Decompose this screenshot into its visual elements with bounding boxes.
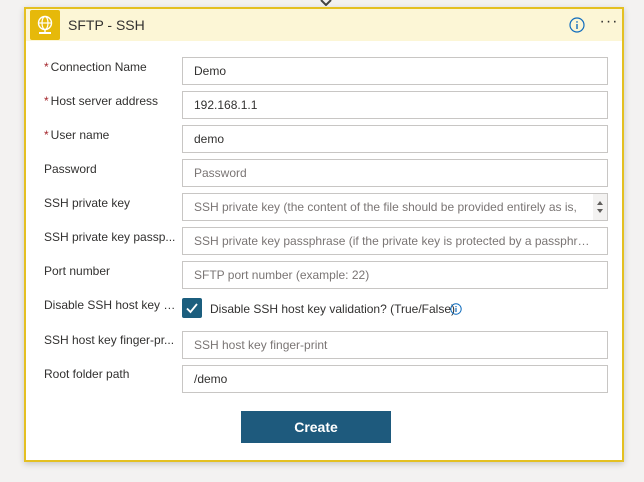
textarea-scrollbar[interactable] (593, 194, 607, 220)
ssh-key-passphrase-field[interactable]: SSH private key passphrase (if the priva… (182, 227, 608, 255)
user-name-label: * User name (44, 128, 176, 142)
ssh-private-key-placeholder: SSH private key (the content of the file… (194, 200, 577, 214)
card-header: SFTP - SSH ··· (26, 9, 622, 41)
host-server-label-text: Host server address (50, 94, 159, 108)
ssh-key-passphrase-label: SSH private key passp... (44, 230, 176, 244)
required-mark: * (44, 60, 49, 74)
host-key-fingerprint-label: SSH host key finger-pr... (44, 333, 175, 347)
info-icon[interactable] (569, 17, 585, 33)
port-number-label: Port number (44, 264, 111, 278)
connection-name-field[interactable]: Demo (182, 57, 608, 85)
checkmark-icon (186, 303, 198, 314)
host-server-field[interactable]: 192.168.1.1 (182, 91, 608, 119)
scroll-down-icon[interactable] (597, 209, 603, 213)
password-field[interactable]: Password (182, 159, 608, 187)
host-key-fingerprint-field[interactable]: SSH host key finger-print (182, 331, 608, 359)
user-name-label-text: User name (50, 128, 110, 142)
ssh-private-key-field[interactable]: SSH private key (the content of the file… (182, 193, 608, 221)
connection-name-label: * Connection Name (44, 60, 176, 74)
root-folder-field[interactable]: /demo (182, 365, 608, 393)
scroll-up-icon[interactable] (597, 201, 603, 205)
host-server-label: * Host server address (44, 94, 176, 108)
ssh-private-key-label: SSH private key (44, 196, 131, 210)
more-options-icon[interactable]: ··· (598, 14, 620, 33)
required-mark: * (44, 94, 49, 108)
connection-card: SFTP - SSH ··· * Connection Name Demo * Ho… (24, 7, 624, 462)
page-title: SFTP - SSH (68, 17, 145, 33)
port-number-field[interactable]: SFTP port number (example: 22) (182, 261, 608, 289)
user-name-field[interactable]: demo (182, 125, 608, 153)
password-label: Password (44, 162, 97, 176)
globe-network-icon (30, 10, 60, 40)
create-button[interactable]: Create (241, 411, 391, 443)
root-folder-label: Root folder path (44, 367, 130, 381)
disable-host-key-checkbox-label[interactable]: Disable SSH host key validation? (True/F… (210, 302, 455, 316)
required-mark: * (44, 128, 49, 142)
disable-host-key-checkbox[interactable] (182, 298, 202, 318)
connection-name-label-text: Connection Name (50, 60, 147, 74)
connector-arrow-icon (320, 0, 332, 6)
info-icon[interactable] (450, 302, 462, 315)
disable-host-key-label: Disable SSH host key v... (44, 298, 176, 312)
